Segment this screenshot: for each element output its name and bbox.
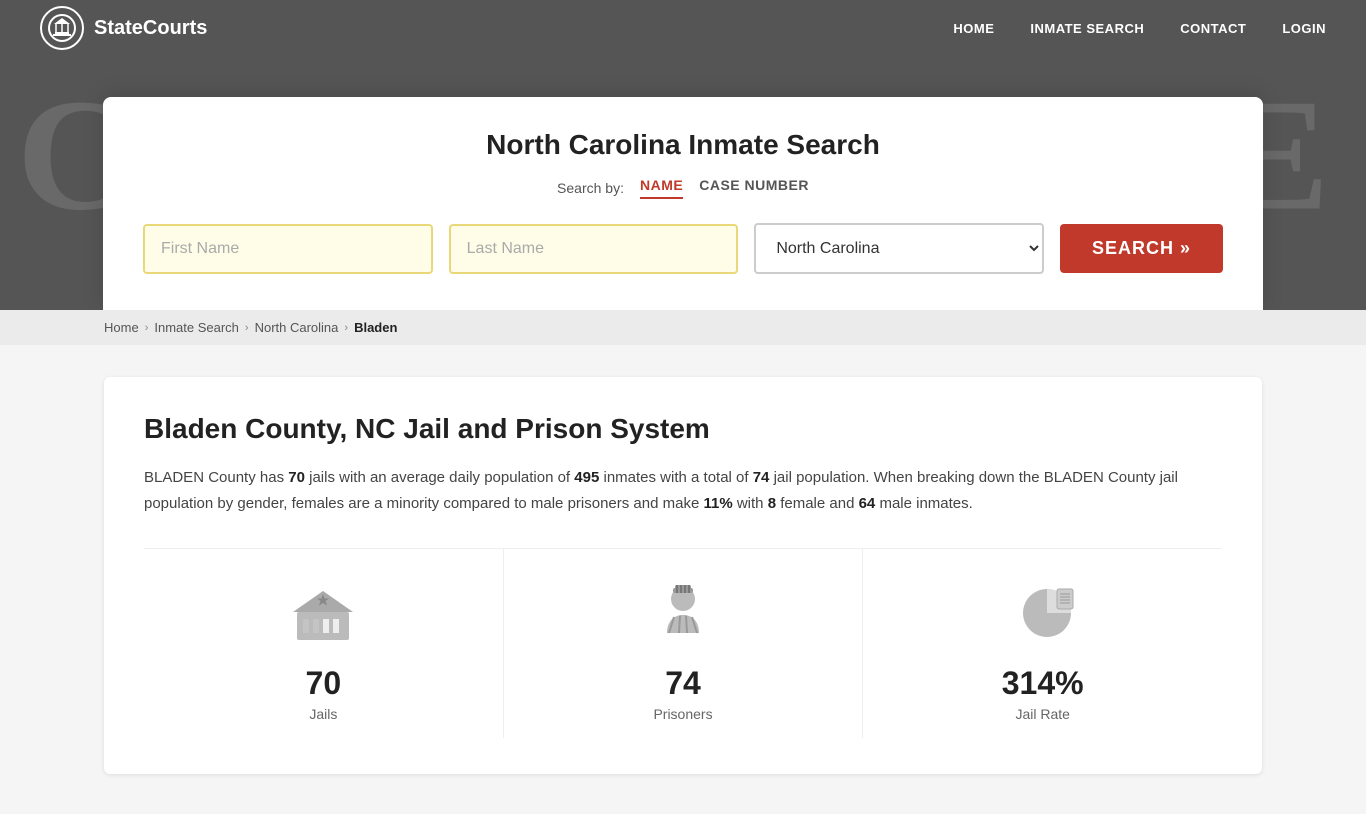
breadcrumb-home[interactable]: Home (104, 320, 139, 335)
stat-prisoners-number: 74 (665, 665, 701, 702)
breadcrumb-north-carolina[interactable]: North Carolina (255, 320, 339, 335)
desc-population: 495 (574, 469, 599, 486)
navbar: StateCourts HOME INMATE SEARCH CONTACT L… (0, 0, 1366, 56)
county-description: BLADEN County has 70 jails with an avera… (144, 465, 1222, 516)
desc-male-count: 64 (859, 495, 876, 512)
jail-icon (283, 573, 363, 653)
search-inputs-row: North Carolina Alabama Alaska Arizona Ar… (143, 223, 1223, 274)
desc-intro: BLADEN County has (144, 469, 288, 486)
nav-inmate-search[interactable]: INMATE SEARCH (1030, 21, 1144, 36)
desc-male-text: male inmates. (875, 495, 973, 512)
nav-contact[interactable]: CONTACT (1180, 21, 1246, 36)
last-name-input[interactable] (449, 224, 739, 274)
search-by-row: Search by: NAME CASE NUMBER (143, 177, 1223, 199)
breadcrumb-sep-3: › (344, 322, 348, 334)
county-card: Bladen County, NC Jail and Prison System… (104, 377, 1262, 774)
breadcrumb-inmate-search[interactable]: Inmate Search (154, 320, 239, 335)
jail-rate-icon (1003, 573, 1083, 653)
logo-text: StateCourts (94, 17, 207, 40)
desc-female-pct-text: with (733, 495, 768, 512)
stat-jails: 70 Jails (144, 549, 504, 738)
stat-rate-label: Jail Rate (1015, 706, 1069, 722)
state-select[interactable]: North Carolina Alabama Alaska Arizona Ar… (754, 223, 1044, 274)
search-button[interactable]: SEARCH » (1060, 224, 1223, 273)
stat-rate-number: 314% (1002, 665, 1084, 702)
prisoner-icon (643, 573, 723, 653)
search-card: North Carolina Inmate Search Search by: … (103, 97, 1263, 310)
desc-jails-count: 70 (288, 469, 305, 486)
header: COURTHOUSE StateCourts HOME INMATE SEARC… (0, 0, 1366, 310)
desc-pop-text: inmates with a total of (599, 469, 752, 486)
stat-jails-label: Jails (309, 706, 337, 722)
nav-links: HOME INMATE SEARCH CONTACT LOGIN (953, 21, 1326, 36)
stat-jails-number: 70 (306, 665, 342, 702)
tab-name[interactable]: NAME (640, 177, 683, 199)
main-content: Bladen County, NC Jail and Prison System… (0, 345, 1366, 814)
desc-female-pct: 11% (703, 495, 732, 512)
breadcrumb: Home › Inmate Search › North Carolina › … (0, 310, 1366, 345)
breadcrumb-sep-2: › (245, 322, 249, 334)
breadcrumb-current: Bladen (354, 320, 397, 335)
stat-prisoners-label: Prisoners (653, 706, 712, 722)
county-title: Bladen County, NC Jail and Prison System (144, 413, 1222, 445)
desc-female-count: 8 (768, 495, 776, 512)
stat-jail-rate: 314% Jail Rate (863, 549, 1222, 738)
breadcrumb-sep-1: › (145, 322, 149, 334)
search-card-title: North Carolina Inmate Search (143, 129, 1223, 161)
stats-row: 70 Jails (144, 548, 1222, 738)
nav-home[interactable]: HOME (953, 21, 994, 36)
desc-female-text: female and (776, 495, 859, 512)
logo-icon (40, 6, 84, 50)
search-by-label: Search by: (557, 180, 624, 196)
logo[interactable]: StateCourts (40, 6, 207, 50)
stat-prisoners: 74 Prisoners (504, 549, 864, 738)
desc-jail-pop: 74 (753, 469, 770, 486)
tab-case-number[interactable]: CASE NUMBER (699, 177, 809, 199)
nav-login[interactable]: LOGIN (1282, 21, 1326, 36)
desc-jails-text: jails with an average daily population o… (305, 469, 574, 486)
first-name-input[interactable] (143, 224, 433, 274)
